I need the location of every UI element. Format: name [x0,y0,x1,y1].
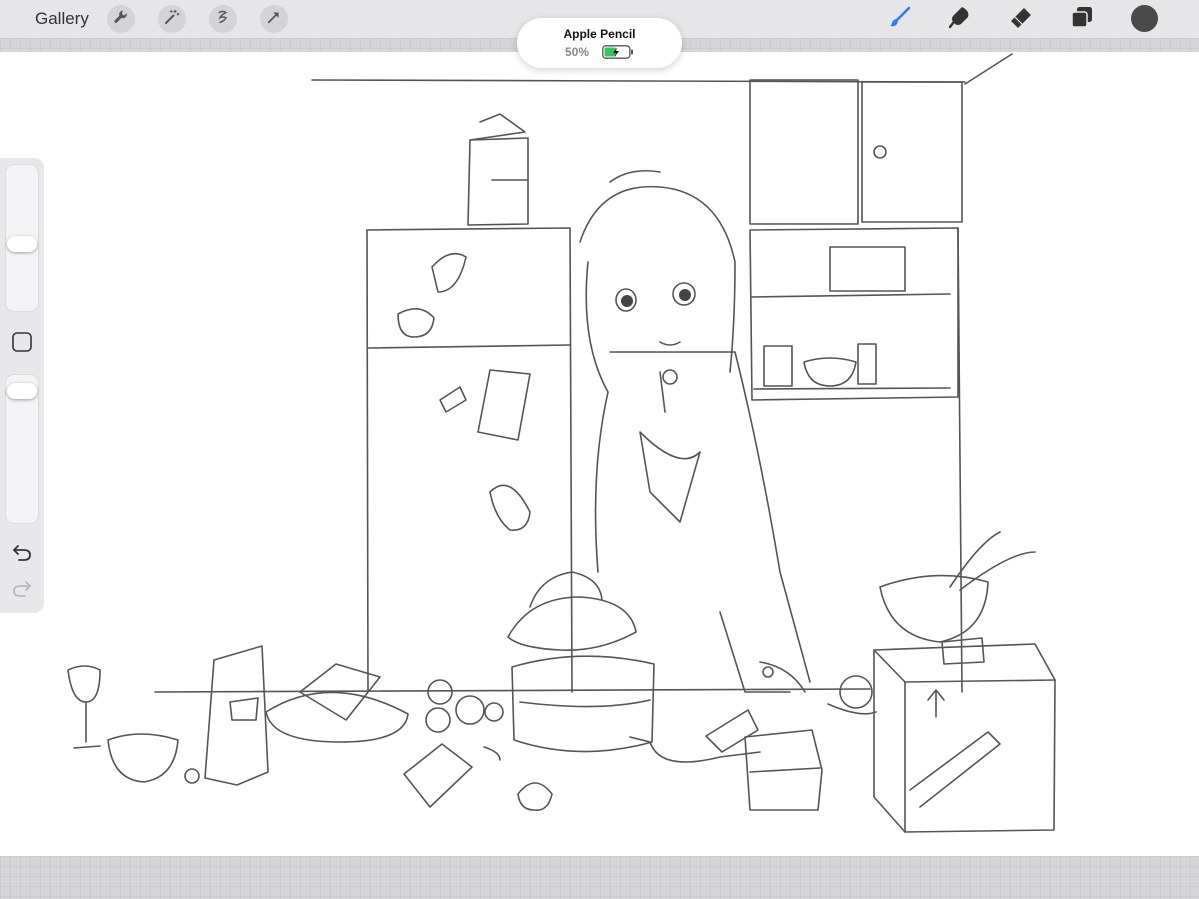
eraser-icon [1009,5,1033,34]
redo-icon [11,577,33,604]
layers-icon [1070,5,1094,34]
drawing-canvas[interactable] [0,52,1199,856]
brush-size-slider[interactable] [5,164,39,312]
transform-button[interactable] [260,5,288,33]
battery-icon [602,45,634,59]
brush-icon [888,5,912,34]
opacity-thumb[interactable] [7,382,37,399]
square-icon [11,331,33,358]
pencil-device-name: Apple Pencil [563,27,636,41]
eraser-tool[interactable] [1007,5,1035,33]
actions-button[interactable] [107,5,135,33]
smudge-icon [948,5,972,34]
undo-button[interactable] [8,540,36,568]
apple-pencil-battery-popup: Apple Pencil 50% [517,18,682,68]
transform-arrow-icon [265,8,283,31]
wrench-icon [112,8,130,31]
undo-icon [11,541,33,568]
redo-button[interactable] [8,576,36,604]
magic-wand-icon [163,8,181,31]
color-picker[interactable] [1131,5,1158,32]
smudge-tool[interactable] [946,5,974,33]
brush-tool[interactable] [886,5,914,33]
sketch-artwork [67,53,1056,833]
pencil-battery-percent: 50% [565,45,590,59]
adjustments-button[interactable] [158,5,186,33]
selection-icon [214,8,232,31]
canvas-grid-bottom [0,856,1199,899]
layers-tool[interactable] [1068,5,1096,33]
brush-size-thumb[interactable] [7,236,37,253]
gallery-button[interactable]: Gallery [35,9,89,29]
opacity-slider[interactable] [5,374,39,524]
modify-button[interactable] [8,330,36,358]
selection-button[interactable] [209,5,237,33]
left-sidebar [0,158,44,613]
